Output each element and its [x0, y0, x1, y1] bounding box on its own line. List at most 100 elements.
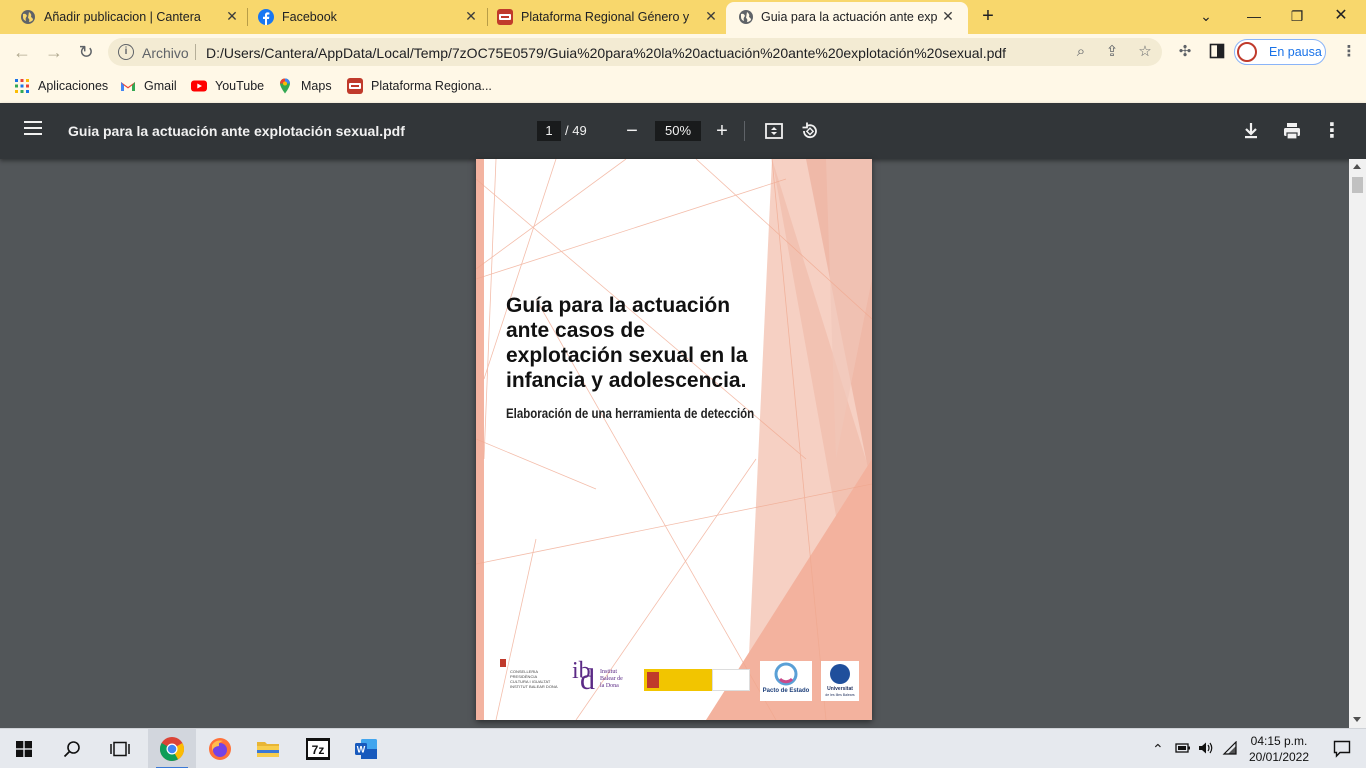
- cover-title-line: explotación sexual en la: [506, 344, 748, 367]
- download-icon[interactable]: [1239, 119, 1263, 143]
- print-icon[interactable]: [1280, 119, 1304, 143]
- bookmark-label: Gmail: [144, 79, 177, 93]
- 7zip-icon: 7z: [306, 738, 330, 760]
- omnibox-divider: [195, 44, 196, 60]
- profile-status-label: En pausa: [1269, 45, 1322, 59]
- taskbar-file-explorer[interactable]: [244, 729, 292, 768]
- cover-subtitle: Elaboración de una herramienta de detecc…: [506, 405, 755, 421]
- zoom-input[interactable]: 50%: [655, 121, 701, 141]
- tab-search-chevron-icon[interactable]: ⌄: [1196, 6, 1216, 26]
- bookmark-gmail[interactable]: Gmail: [120, 77, 177, 95]
- cover-art: [476, 159, 872, 720]
- scroll-up-arrow[interactable]: [1353, 164, 1361, 169]
- logo-text: de les Illes Balears: [825, 693, 855, 697]
- zoom-out-button[interactable]: −: [620, 119, 644, 143]
- bookmark-star-icon[interactable]: ☆: [1136, 43, 1154, 61]
- maps-icon: [280, 78, 290, 94]
- network-icon[interactable]: [1222, 740, 1238, 758]
- tab-label: Facebook: [282, 10, 337, 24]
- toolbar-divider: [744, 121, 745, 141]
- windows-taskbar: 7z W ⌃ 04:15 p.m. 20/01/2022: [0, 728, 1366, 768]
- taskbar-word[interactable]: W: [342, 729, 390, 768]
- tab-label: Añadir publicacion | Cantera: [44, 10, 201, 24]
- plataforma-icon: [347, 78, 363, 94]
- new-tab-button[interactable]: +: [978, 6, 998, 26]
- tab-label: Guia para la actuación ante explo: [761, 10, 937, 24]
- pdf-page: Guía para la actuación ante casos de exp…: [476, 159, 872, 720]
- rotate-icon[interactable]: [798, 119, 822, 143]
- bookmark-maps[interactable]: Maps: [277, 77, 332, 95]
- notifications-button[interactable]: [1318, 729, 1366, 768]
- pdf-menu-icon[interactable]: [24, 121, 42, 141]
- word-icon: W: [355, 739, 377, 759]
- uib-logo: Universitat de les Illes Balears: [821, 661, 859, 701]
- notification-icon: [1333, 740, 1351, 758]
- taskbar-chrome[interactable]: [148, 729, 196, 768]
- tray-chevron-icon[interactable]: ⌃: [1152, 741, 1164, 758]
- close-icon[interactable]: ✕: [940, 8, 956, 24]
- taskbar-firefox[interactable]: [196, 729, 244, 768]
- tab-guia-pdf[interactable]: Guia para la actuación ante explo ✕: [726, 2, 968, 34]
- bookmark-youtube[interactable]: YouTube: [191, 77, 264, 95]
- tab-plataforma-regional[interactable]: Plataforma Regional Género y M ✕: [477, 0, 727, 34]
- logo-text: Pacto de Estado: [762, 688, 810, 694]
- forward-button[interactable]: →: [44, 42, 64, 62]
- cover-title-line: infancia y adolescencia.: [506, 369, 747, 392]
- zoom-search-icon[interactable]: ⌕: [1072, 43, 1090, 61]
- close-icon[interactable]: ✕: [703, 8, 719, 24]
- reload-button[interactable]: ↻: [76, 42, 96, 62]
- bookmarks-bar: Aplicaciones Gmail YouTube Maps Platafor…: [0, 70, 1366, 103]
- browser-menu-icon[interactable]: ⋮: [1340, 43, 1358, 61]
- fit-page-icon[interactable]: [762, 119, 786, 143]
- zoom-in-button[interactable]: +: [710, 119, 734, 143]
- viewer-scrollbar[interactable]: [1349, 159, 1366, 729]
- bookmark-label: YouTube: [215, 79, 265, 93]
- tab-anadir-publicacion[interactable]: Añadir publicacion | Cantera ✕: [0, 0, 246, 34]
- side-panel-icon[interactable]: [1208, 43, 1226, 61]
- info-icon[interactable]: i: [118, 44, 134, 60]
- pacto-estado-logo: Pacto de Estado: [760, 661, 812, 701]
- taskbar-7zip[interactable]: 7z: [294, 729, 342, 768]
- folder-icon: [257, 742, 279, 757]
- restore-button[interactable]: ❐: [1287, 6, 1307, 26]
- page-number-input[interactable]: 1: [537, 121, 561, 141]
- address-bar[interactable]: i Archivo D:/Users/Cantera/AppData/Local…: [108, 38, 1162, 66]
- url-text[interactable]: D:/Users/Cantera/AppData/Local/Temp/7zOC…: [206, 45, 1006, 61]
- logo-text: INSTITUT BALEAR DONA: [510, 684, 558, 689]
- bookmark-label: Aplicaciones: [38, 79, 109, 93]
- search-button[interactable]: [48, 729, 96, 768]
- svg-text:7z: 7z: [312, 743, 325, 757]
- more-options-icon[interactable]: ⋮: [1320, 119, 1344, 143]
- start-button[interactable]: [0, 729, 48, 768]
- gmail-icon: [121, 82, 135, 91]
- minimize-button[interactable]: —: [1244, 6, 1264, 26]
- back-button[interactable]: ←: [12, 42, 32, 62]
- chrome-icon: [159, 737, 185, 762]
- windows-logo-icon: [16, 741, 32, 757]
- bookmark-label: Maps: [301, 79, 332, 93]
- cover-title-line: Guía para la actuación: [506, 294, 731, 317]
- pdf-title: Guia para la actuación ante explotación …: [68, 123, 405, 139]
- battery-icon[interactable]: [1175, 741, 1191, 757]
- task-view-button[interactable]: [96, 729, 144, 768]
- close-window-button[interactable]: ✕: [1331, 6, 1351, 26]
- extensions-puzzle-icon[interactable]: ✣: [1176, 43, 1194, 61]
- logo-text: Institut: [600, 669, 618, 675]
- volume-icon[interactable]: [1198, 741, 1214, 758]
- tab-facebook[interactable]: Facebook ✕: [238, 0, 486, 34]
- bookmark-label: Plataforma Regiona...: [371, 79, 492, 93]
- page-total: / 49: [565, 123, 587, 138]
- browser-toolbar: ← → ↻ i Archivo D:/Users/Cantera/AppData…: [0, 34, 1366, 70]
- profile-button[interactable]: En pausa: [1234, 39, 1326, 65]
- share-icon[interactable]: ⇪: [1103, 43, 1121, 61]
- cover-title-line: ante casos de: [506, 319, 645, 342]
- bookmark-plataforma[interactable]: Plataforma Regiona...: [347, 77, 492, 95]
- logo-text: Balear de: [600, 676, 623, 682]
- tab-strip: Añadir publicacion | Cantera ✕ Facebook …: [0, 0, 1366, 34]
- cover-title: Guía para la actuación ante casos de exp…: [506, 293, 806, 393]
- gobierno-espana-logo: [644, 669, 750, 693]
- scroll-thumb[interactable]: [1352, 177, 1363, 193]
- bookmark-aplicaciones[interactable]: Aplicaciones: [14, 77, 108, 95]
- scroll-down-arrow[interactable]: [1353, 717, 1361, 722]
- system-clock[interactable]: 04:15 p.m. 20/01/2022: [1240, 733, 1318, 765]
